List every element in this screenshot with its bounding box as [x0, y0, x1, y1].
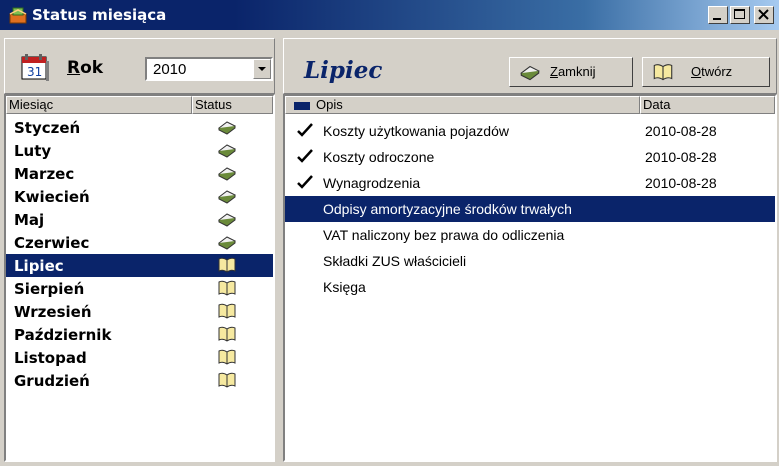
- close-icon: [758, 9, 769, 20]
- maximize-button[interactable]: [730, 6, 750, 24]
- open-book-icon: [218, 349, 236, 365]
- month-name: Kwiecień: [14, 188, 90, 206]
- closed-book-icon: [218, 236, 236, 250]
- item-date: 2010-08-28: [645, 149, 717, 165]
- month-row[interactable]: Grudzień: [6, 369, 273, 392]
- open-book-icon: [218, 280, 236, 296]
- open-book-icon: [218, 326, 236, 342]
- open-book-icon: [218, 372, 236, 388]
- column-header-month[interactable]: Miesiąc: [6, 96, 192, 114]
- month-row[interactable]: Czerwiec: [6, 231, 273, 254]
- selected-month-title: Lipiec: [304, 57, 383, 84]
- month-name: Marzec: [14, 165, 75, 183]
- checkmark-icon: [297, 149, 313, 163]
- month-list: Miesiąc Status Styczeń Luty Marzec Kwiec…: [4, 94, 275, 462]
- month-row[interactable]: Styczeń: [6, 116, 273, 139]
- item-row[interactable]: Koszty odroczone 2010-08-28: [285, 144, 775, 170]
- item-description: Koszty użytkowania pojazdów: [323, 123, 509, 139]
- year-value: 2010: [153, 61, 187, 78]
- item-row[interactable]: VAT naliczony bez prawa do odliczenia: [285, 222, 775, 248]
- year-dropdown[interactable]: 2010: [145, 57, 273, 81]
- month-row[interactable]: Maj: [6, 208, 273, 231]
- item-date: 2010-08-28: [645, 175, 717, 191]
- closed-book-icon: [520, 65, 540, 81]
- item-row[interactable]: Wynagrodzenia 2010-08-28: [285, 170, 775, 196]
- select-all-icon: [294, 101, 310, 110]
- closed-book-icon: [218, 167, 236, 181]
- year-label: Rok: [67, 58, 104, 78]
- calendar-icon: 31: [21, 54, 49, 81]
- chevron-down-icon: [258, 67, 266, 71]
- item-description: VAT naliczony bez prawa do odliczenia: [323, 227, 565, 243]
- month-name: Grudzień: [14, 372, 90, 390]
- month-row-selected[interactable]: Lipiec: [6, 254, 273, 277]
- close-window-button[interactable]: [754, 6, 774, 24]
- month-row[interactable]: Kwiecień: [6, 185, 273, 208]
- month-name: Luty: [14, 142, 52, 160]
- close-month-label: Zamknij: [550, 64, 596, 79]
- open-month-label: Otwórz: [691, 64, 733, 79]
- item-description: Odpisy amortyzacyjne środków trwałych: [323, 201, 572, 217]
- year-panel: 31 Rok 2010: [4, 38, 275, 94]
- items-list: Opis Data Koszty użytkowania pojazdów 20…: [283, 94, 777, 462]
- month-row[interactable]: Marzec: [6, 162, 273, 185]
- status-window: Status miesiąca 31 Rok 2010 Miesiąc Stat…: [0, 0, 779, 466]
- item-row[interactable]: Składki ZUS właścicieli: [285, 248, 775, 274]
- closed-book-icon: [218, 213, 236, 227]
- checkmark-icon: [297, 175, 313, 189]
- column-header-description[interactable]: Opis: [285, 96, 640, 114]
- checkmark-icon: [297, 123, 313, 137]
- item-row-selected[interactable]: Odpisy amortyzacyjne środków trwałych: [285, 196, 775, 222]
- month-name: Czerwiec: [14, 234, 90, 252]
- open-book-icon: [653, 64, 673, 81]
- item-row[interactable]: Księga: [285, 274, 775, 300]
- item-row[interactable]: Koszty użytkowania pojazdów 2010-08-28: [285, 118, 775, 144]
- month-name: Sierpień: [14, 280, 85, 298]
- month-header-panel: Lipiec Zamknij Otwórz: [283, 38, 777, 94]
- column-header-date[interactable]: Data: [640, 96, 775, 114]
- window-title: Status miesiąca: [32, 6, 167, 24]
- minimize-icon: [713, 18, 721, 20]
- month-row[interactable]: Luty: [6, 139, 273, 162]
- app-icon: [9, 7, 27, 24]
- month-name: Maj: [14, 211, 45, 229]
- open-book-icon: [218, 303, 236, 319]
- month-pane: 31 Rok 2010 Miesiąc Status Styczeń Luty: [4, 38, 275, 462]
- item-description: Wynagrodzenia: [323, 175, 421, 191]
- month-name: Styczeń: [14, 119, 81, 137]
- year-dropdown-button[interactable]: [253, 59, 271, 79]
- maximize-icon: [734, 9, 745, 19]
- item-date: 2010-08-28: [645, 123, 717, 139]
- month-name: Wrzesień: [14, 303, 92, 321]
- minimize-button[interactable]: [708, 6, 728, 24]
- item-description: Koszty odroczone: [323, 149, 435, 165]
- open-month-button[interactable]: Otwórz: [642, 57, 770, 87]
- closed-book-icon: [218, 144, 236, 158]
- item-description: Księga: [323, 279, 366, 295]
- item-description: Składki ZUS właścicieli: [323, 253, 467, 269]
- column-header-status[interactable]: Status: [192, 96, 273, 114]
- svg-text:31: 31: [27, 65, 42, 79]
- month-name: Lipiec: [14, 257, 64, 275]
- closed-book-icon: [218, 190, 236, 204]
- open-book-icon: [218, 257, 236, 273]
- title-bar[interactable]: Status miesiąca: [0, 0, 779, 30]
- month-name: Październik: [14, 326, 112, 344]
- month-name: Listopad: [14, 349, 87, 367]
- month-row[interactable]: Wrzesień: [6, 300, 273, 323]
- month-row[interactable]: Październik: [6, 323, 273, 346]
- items-pane: Lipiec Zamknij Otwórz Opis Data Koszty u…: [283, 38, 777, 462]
- month-row[interactable]: Sierpień: [6, 277, 273, 300]
- close-month-button[interactable]: Zamknij: [509, 57, 633, 87]
- closed-book-icon: [218, 121, 236, 135]
- month-row[interactable]: Listopad: [6, 346, 273, 369]
